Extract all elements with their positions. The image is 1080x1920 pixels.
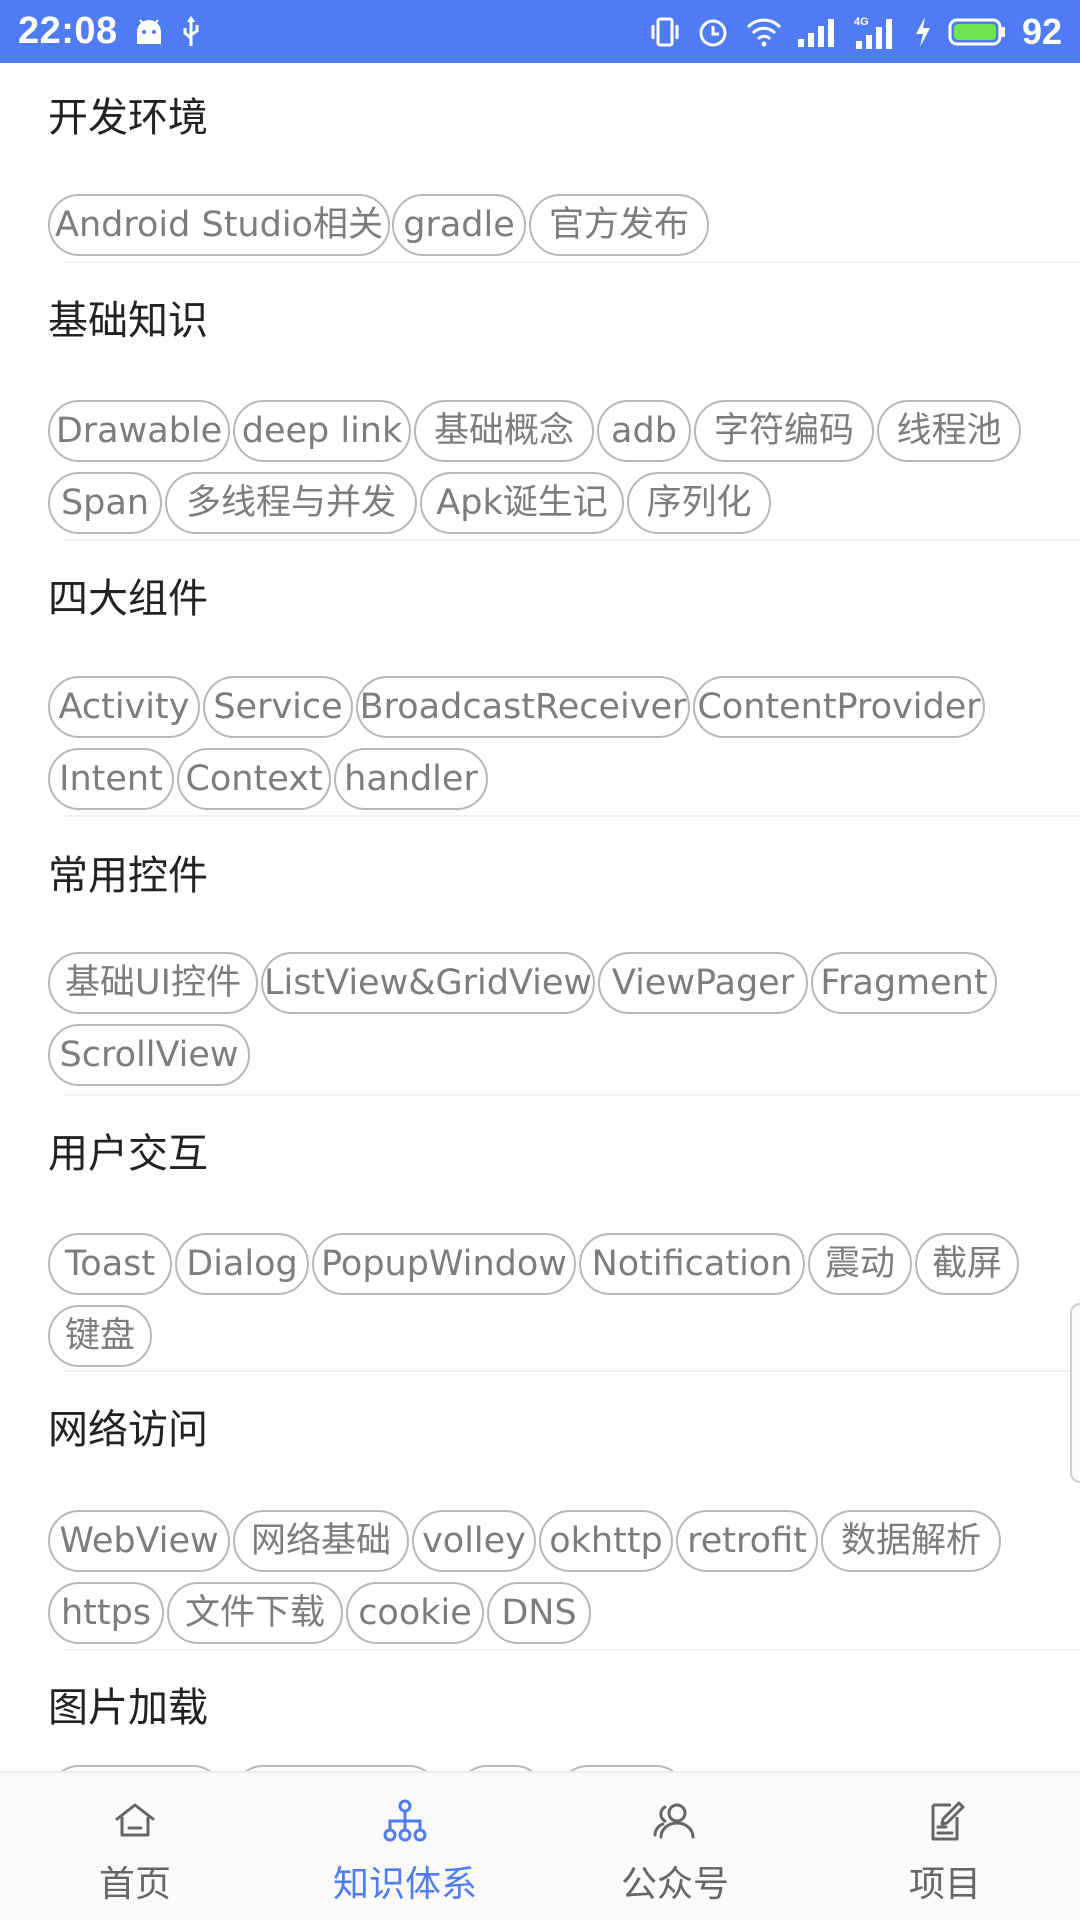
tag[interactable]: handler (334, 748, 488, 810)
tag[interactable]: Context (177, 748, 331, 810)
tag[interactable]: PopupWindow (312, 1233, 576, 1295)
section-title: 用户交互 (48, 1131, 208, 1177)
tag[interactable]: Activity (48, 676, 200, 738)
tag[interactable]: Notification (579, 1233, 805, 1295)
tree-icon (383, 1799, 427, 1842)
tag[interactable]: Span (48, 472, 162, 534)
tag[interactable]: 基础UI控件 (48, 952, 258, 1014)
tag[interactable]: adb (597, 400, 691, 462)
tag[interactable]: 基础概念 (414, 400, 594, 462)
bottom-navigation: 首页 知识体系 公众号 项目 (0, 1771, 1080, 1920)
divider (64, 539, 1080, 541)
section-title: 基础知识 (48, 298, 208, 344)
android-icon (134, 12, 164, 52)
tag[interactable]: cookie (346, 1582, 484, 1644)
nav-home[interactable]: 首页 (0, 1773, 270, 1920)
nav-label: 项目 (908, 1864, 981, 1905)
status-time: 22:08 (18, 10, 118, 52)
tag[interactable]: 序列化 (627, 472, 771, 534)
tag[interactable]: ScrollView (48, 1024, 250, 1086)
tag[interactable]: 震动 (808, 1233, 912, 1295)
tag[interactable]: https (48, 1582, 164, 1644)
divider (64, 815, 1080, 817)
tag[interactable]: Toast (48, 1233, 172, 1295)
tag[interactable]: Dialog (175, 1233, 309, 1295)
tag[interactable]: 文件下载 (167, 1582, 343, 1644)
divider (64, 1094, 1080, 1096)
signal-icon (797, 12, 838, 52)
battery-icon (948, 12, 1006, 52)
section-title: 常用控件 (48, 853, 208, 899)
battery-level: 92 (1021, 10, 1062, 52)
tag[interactable]: 键盘 (48, 1305, 152, 1367)
tag[interactable]: ContentProvider (693, 676, 985, 738)
usb-icon (180, 12, 202, 52)
tag[interactable]: Drawable (48, 400, 230, 462)
vibrate-icon (650, 12, 680, 52)
charging-icon (914, 12, 932, 52)
tag[interactable]: DNS (487, 1582, 591, 1644)
people-icon (653, 1803, 695, 1839)
tag[interactable]: 字符编码 (694, 400, 874, 462)
status-bar: 22:08 4G 92 (0, 0, 1080, 63)
tag[interactable]: Apk诞生记 (420, 472, 624, 534)
knowledge-list[interactable]: 开发环境 Android Studio相关 gradle 官方发布 基础知识 D… (0, 63, 1080, 1771)
section-title: 图片加载 (48, 1685, 208, 1731)
tag[interactable]: 官方发布 (529, 194, 709, 256)
tag[interactable]: deep link (233, 400, 411, 462)
divider (64, 1370, 1080, 1372)
section-title: 开发环境 (48, 95, 208, 141)
nav-label: 知识体系 (332, 1864, 477, 1905)
tag[interactable]: volley (412, 1510, 536, 1572)
tag[interactable]: Android Studio相关 (48, 194, 390, 256)
divider (64, 1649, 1080, 1651)
tag[interactable]: Fragment (811, 952, 997, 1014)
tag[interactable]: 网络基础 (233, 1510, 409, 1572)
clipboard-icon (931, 1801, 965, 1841)
tag[interactable]: 截屏 (915, 1233, 1019, 1295)
tag[interactable]: 数据解析 (821, 1510, 1001, 1572)
home-icon (115, 1803, 155, 1837)
scrollbar-handle[interactable] (1070, 1303, 1080, 1483)
tag[interactable]: 多线程与并发 (165, 472, 417, 534)
tag[interactable]: retrofit (676, 1510, 818, 1572)
wifi-icon (746, 12, 782, 52)
divider (64, 261, 1080, 263)
nav-knowledge-system[interactable]: 知识体系 (270, 1773, 540, 1920)
section-title: 网络访问 (48, 1407, 208, 1453)
svg-text:4G: 4G (854, 16, 869, 28)
signal-4g-icon: 4G (854, 12, 898, 52)
tag[interactable]: gradle (392, 194, 526, 256)
tag[interactable]: Service (203, 676, 353, 738)
alarm-icon (696, 12, 730, 52)
tag[interactable]: ViewPager (598, 952, 808, 1014)
tag[interactable]: BroadcastReceiver (356, 676, 690, 738)
nav-projects[interactable]: 项目 (810, 1773, 1080, 1920)
tag[interactable]: Intent (48, 748, 174, 810)
section-title: 四大组件 (48, 576, 208, 622)
nav-label: 首页 (98, 1864, 171, 1905)
tag[interactable]: okhttp (539, 1510, 673, 1572)
nav-official-accounts[interactable]: 公众号 (540, 1773, 810, 1920)
tag[interactable]: 线程池 (877, 400, 1021, 462)
tag[interactable]: ListView&GridView (261, 952, 595, 1014)
tag[interactable]: WebView (48, 1510, 230, 1572)
nav-label: 公众号 (620, 1864, 729, 1905)
